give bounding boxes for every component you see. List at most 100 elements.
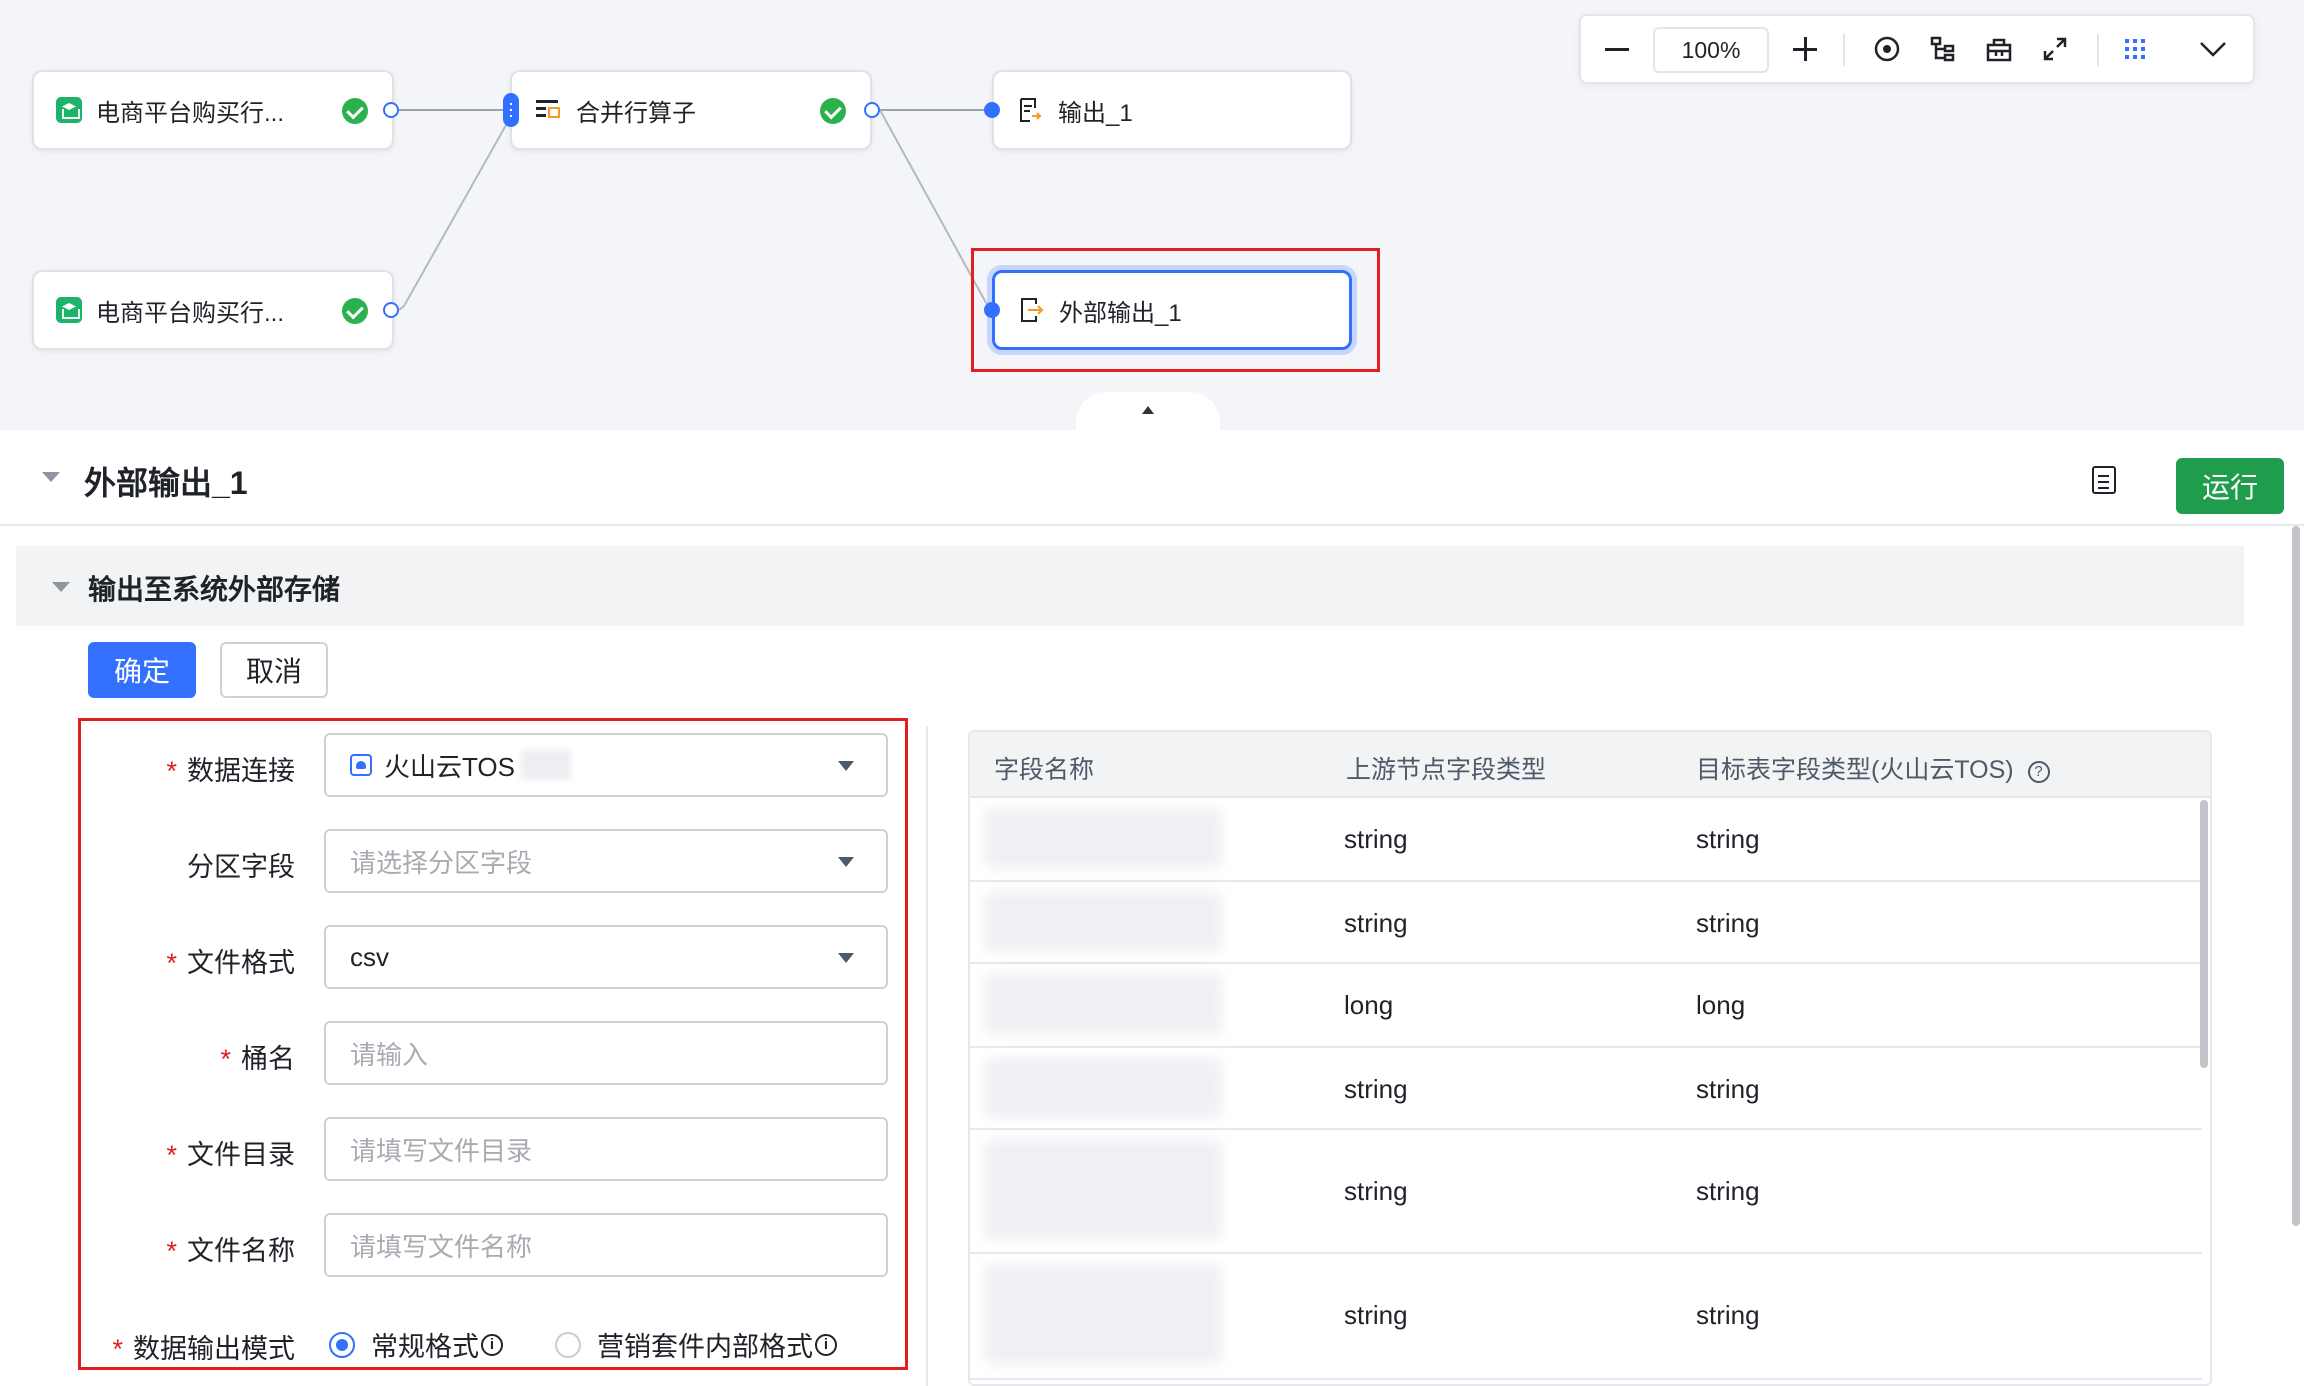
toolbar-divider xyxy=(1843,34,1845,66)
radio-marketing-internal-format[interactable]: 营销套件内部格式 i xyxy=(555,1325,837,1364)
table-row: string string xyxy=(970,1254,2202,1380)
database-icon xyxy=(56,297,82,323)
run-button[interactable]: 运行 xyxy=(2176,458,2284,514)
success-check-icon xyxy=(820,98,846,124)
file-name-input[interactable]: 请填写文件名称 xyxy=(324,1213,888,1277)
cancel-button[interactable]: 取消 xyxy=(220,642,328,698)
target-type-cell: string xyxy=(1696,1074,1760,1104)
dropdown-arrow-icon xyxy=(838,857,854,867)
upstream-type-cell: string xyxy=(1344,908,1408,938)
canvas-toolbar: 100% xyxy=(1579,14,2255,84)
upstream-type-cell: long xyxy=(1344,990,1394,1020)
form-highlight-box: * 数据连接 火山云TOS 分区字段 请选择分区字段 * 文件格式 csv * 桶名 xyxy=(78,718,908,1370)
panel-collapse-handle[interactable] xyxy=(1076,392,1220,430)
form-row-partition: 分区字段 请选择分区字段 xyxy=(81,829,911,893)
table-scrollbar[interactable] xyxy=(2200,800,2208,1068)
bucket-name-input[interactable]: 请输入 xyxy=(324,1021,888,1085)
panel-header: 外部输出_1 运行 xyxy=(0,430,2304,526)
zoom-level-input[interactable]: 100% xyxy=(1653,27,1769,73)
merge-operator-icon xyxy=(536,100,560,118)
table-row: string string xyxy=(970,882,2202,964)
node-output-port[interactable] xyxy=(864,102,880,118)
column-header: 上游节点字段类型 xyxy=(1346,756,1547,784)
field-label: * 文件格式 xyxy=(166,948,295,978)
file-directory-input[interactable]: 请填写文件目录 xyxy=(324,1117,888,1181)
input-placeholder: 请输入 xyxy=(350,1039,429,1070)
field-label: * 文件目录 xyxy=(166,1140,295,1170)
radio-checked-icon xyxy=(329,1331,355,1358)
redacted-field-name xyxy=(984,808,1222,868)
node-input-port[interactable] xyxy=(984,302,1000,318)
locate-icon[interactable] xyxy=(1863,16,1911,82)
dropdown-arrow-icon xyxy=(838,953,854,963)
file-format-select[interactable]: csv xyxy=(324,925,888,989)
node-input-port[interactable] xyxy=(503,93,519,127)
radio-regular-format[interactable]: 常规格式 i xyxy=(329,1325,503,1364)
node-input-port[interactable] xyxy=(984,102,1000,118)
redacted-field-name xyxy=(984,1058,1222,1118)
section-header[interactable]: 输出至系统外部存储 xyxy=(16,546,2244,626)
zoom-in-icon[interactable] xyxy=(1781,16,1829,82)
form-row-data-connection: * 数据连接 火山云TOS xyxy=(81,733,911,797)
section-title: 输出至系统外部存储 xyxy=(88,574,341,605)
select-value: 火山云TOS xyxy=(384,751,515,782)
column-header: 目标表字段类型(火山云TOS)? xyxy=(1696,750,2050,786)
toolbar-divider xyxy=(2097,34,2099,66)
node-source-1[interactable]: 电商平台购买行... xyxy=(32,70,394,150)
panel-title: 外部输出_1 xyxy=(84,465,248,501)
node-label: 电商平台购买行... xyxy=(96,299,285,327)
column-divider xyxy=(926,726,928,1386)
toolbox-icon[interactable] xyxy=(1975,16,2023,82)
workflow-canvas[interactable]: 电商平台购买行... 电商平台购买行... 合并行算子 输出_1 外部输出_1 … xyxy=(0,0,2304,430)
section-caret-icon[interactable] xyxy=(52,582,70,592)
node-label: 外部输出_1 xyxy=(1059,299,1182,327)
collapse-caret-icon[interactable] xyxy=(42,472,60,482)
document-icon[interactable] xyxy=(2092,466,2116,494)
output-icon xyxy=(1020,98,1042,122)
dropdown-arrow-icon xyxy=(838,761,854,771)
node-source-2[interactable]: 电商平台购买行... xyxy=(32,270,394,350)
partition-field-select[interactable]: 请选择分区字段 xyxy=(324,829,888,893)
help-icon[interactable]: ? xyxy=(2027,760,2050,783)
target-type-cell: long xyxy=(1696,990,1746,1020)
radio-label: 营销套件内部格式 xyxy=(597,1332,813,1362)
page-scrollbar[interactable] xyxy=(2292,526,2300,1226)
field-label: * 文件名称 xyxy=(166,1236,295,1266)
success-check-icon xyxy=(342,98,368,124)
node-output-port[interactable] xyxy=(383,102,399,118)
target-type-cell: string xyxy=(1696,1300,1760,1330)
app-root: 电商平台购买行... 电商平台购买行... 合并行算子 输出_1 外部输出_1 … xyxy=(0,0,2304,1386)
table-row: long long xyxy=(970,964,2202,1048)
field-label: * 数据输出模式 xyxy=(112,1334,295,1364)
radio-label: 常规格式 xyxy=(371,1332,479,1362)
table-row: string string xyxy=(970,798,2202,882)
table-header: 字段名称 上游节点字段类型 目标表字段类型(火山云TOS)? xyxy=(970,732,2210,798)
table-row: string string xyxy=(970,1130,2202,1254)
node-external-output-1[interactable]: 外部输出_1 xyxy=(992,270,1352,350)
database-icon xyxy=(56,97,82,123)
info-icon[interactable]: i xyxy=(481,1333,503,1356)
input-placeholder: 请填写文件名称 xyxy=(350,1231,533,1262)
select-placeholder: 请选择分区字段 xyxy=(350,847,533,878)
chevron-down-icon[interactable] xyxy=(2189,16,2237,82)
info-icon[interactable]: i xyxy=(815,1333,837,1356)
form-row-file-format: * 文件格式 csv xyxy=(81,925,911,989)
target-type-cell: string xyxy=(1696,824,1760,854)
confirm-button[interactable]: 确定 xyxy=(88,642,196,698)
field-label: * 桶名 xyxy=(220,1044,295,1074)
upstream-type-cell: string xyxy=(1344,824,1408,854)
fullscreen-icon[interactable] xyxy=(2031,16,2079,82)
target-type-cell: string xyxy=(1696,908,1760,938)
zoom-out-icon[interactable] xyxy=(1593,16,1641,82)
node-label: 输出_1 xyxy=(1058,99,1133,127)
tree-layout-icon[interactable] xyxy=(1919,16,1967,82)
node-output-port[interactable] xyxy=(383,302,399,318)
select-value: csv xyxy=(350,941,389,972)
form-row-output-mode: * 数据输出模式 常规格式 i 营销套件内部格式 i xyxy=(81,1311,911,1375)
node-output-1[interactable]: 输出_1 xyxy=(992,70,1352,150)
success-check-icon xyxy=(342,298,368,324)
data-connection-select[interactable]: 火山云TOS xyxy=(324,733,888,797)
node-merge-rows[interactable]: 合并行算子 xyxy=(510,70,872,150)
redacted-field-name xyxy=(984,1264,1222,1364)
grid-icon[interactable] xyxy=(2111,16,2159,82)
